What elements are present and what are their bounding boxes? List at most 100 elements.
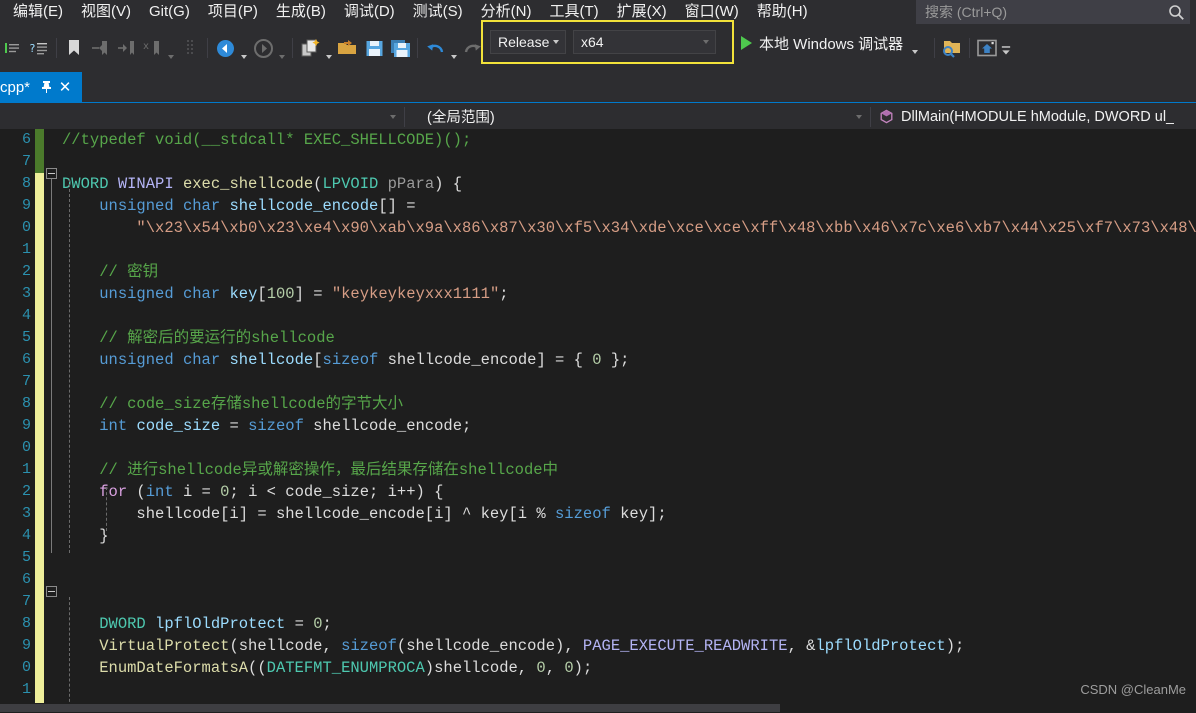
toolbar-options-icon[interactable] xyxy=(177,33,203,63)
menu-item-git[interactable]: Git(G) xyxy=(140,0,199,24)
save-icon[interactable] xyxy=(361,33,387,63)
code-token: // 解密后的要运行的shellcode xyxy=(99,329,335,347)
outlining-column[interactable] xyxy=(44,129,62,713)
menu-item-debug[interactable]: 调试(D) xyxy=(335,0,404,24)
code-token: shellcode_encode xyxy=(229,197,379,215)
chevron-down-icon[interactable] xyxy=(382,114,404,119)
menu-item-help[interactable]: 帮助(H) xyxy=(748,0,817,24)
line-number: 8 xyxy=(21,175,31,192)
collapse-region-icon[interactable] xyxy=(46,586,57,597)
code-text-area[interactable]: //typedef void(__stdcall* EXEC_SHELLCODE… xyxy=(62,129,1196,713)
code-token: VirtualProtect xyxy=(99,637,230,655)
scope-selector-dropdown[interactable]: (全局范围) xyxy=(405,104,870,130)
comment-lines-icon[interactable] xyxy=(0,33,26,63)
code-token: ) { xyxy=(434,175,463,193)
line-number: 4 xyxy=(21,307,31,324)
navigate-forward-dropdown-icon[interactable] xyxy=(276,29,288,68)
code-token: }; xyxy=(601,351,630,369)
chevron-down-icon[interactable] xyxy=(848,114,870,119)
document-tab-cpp[interactable]: cpp* ✕ xyxy=(0,72,83,102)
code-token: key xyxy=(229,285,258,303)
line-number: 1 xyxy=(21,681,31,698)
search-input[interactable] xyxy=(917,3,1163,21)
editor-navigation-bar: (全局范围) DllMain(HMODULE hModule, DWORD ul… xyxy=(0,102,1196,130)
horizontal-scrollbar[interactable] xyxy=(0,703,1196,713)
new-project-dropdown-icon[interactable] xyxy=(323,29,335,68)
menu-item-edit[interactable]: 编辑(E) xyxy=(4,0,72,24)
change-indicator-bar xyxy=(35,129,44,713)
chevron-down-icon[interactable] xyxy=(553,40,565,44)
code-token: WINAPI xyxy=(117,175,183,193)
code-token: lpflOldProtect xyxy=(155,615,286,633)
member-selector-dropdown[interactable]: DllMain(HMODULE hModule, DWORD ul_ xyxy=(871,104,1196,130)
new-project-icon[interactable] xyxy=(297,33,323,63)
menu-item-view[interactable]: 视图(V) xyxy=(72,0,140,24)
search-folder-icon[interactable] xyxy=(939,33,965,63)
line-number: 1 xyxy=(21,461,31,478)
tab-title: cpp* xyxy=(0,78,31,96)
solution-configuration-dropdown[interactable]: Release xyxy=(490,30,566,54)
code-line: DWORD WINAPI exec_shellcode(LPVOID pPara… xyxy=(62,173,1196,195)
toolbar-separator xyxy=(969,38,970,58)
line-number: 1 xyxy=(21,241,31,258)
code-token: int xyxy=(99,417,128,435)
live-share-home-icon[interactable] xyxy=(974,33,1000,63)
code-token: shellcode xyxy=(229,351,314,369)
code-token: // code_size存储shellcode的字节大小 xyxy=(99,395,404,413)
menu-item-build[interactable]: 生成(B) xyxy=(267,0,335,24)
previous-bookmark-icon[interactable] xyxy=(87,33,113,63)
close-icon[interactable]: ✕ xyxy=(56,77,74,97)
code-token: char xyxy=(182,285,221,303)
start-debugging-button[interactable]: 本地 Windows 调试器 xyxy=(737,30,921,56)
project-selector-dropdown[interactable] xyxy=(0,104,404,130)
menu-item-project[interactable]: 项目(P) xyxy=(199,0,267,24)
code-token: PAGE_EXECUTE_READWRITE xyxy=(582,637,788,655)
pin-icon[interactable] xyxy=(36,77,56,97)
solution-platform-dropdown[interactable]: x64 xyxy=(573,30,716,54)
quick-launch-search[interactable] xyxy=(916,0,1190,24)
clear-bookmarks-icon[interactable]: x xyxy=(139,33,165,63)
uncomment-lines-icon[interactable]: ? xyxy=(26,33,52,63)
code-line: // 密钥 xyxy=(62,261,1196,283)
open-file-icon[interactable] xyxy=(335,33,361,63)
code-token: unsigned xyxy=(99,197,174,215)
code-token: DATEFMT_ENUMPROCA xyxy=(266,659,425,677)
collapse-region-icon[interactable] xyxy=(46,168,57,179)
code-line: "\x23\x54\xb0\x23\xe4\x90\xab\x9a\x86\x8… xyxy=(62,217,1196,239)
code-token: unsigned xyxy=(99,285,174,303)
code-token: shellcode_encode] = { xyxy=(378,351,593,369)
search-icon[interactable] xyxy=(1163,2,1189,22)
line-number: 6 xyxy=(21,571,31,588)
undo-dropdown-icon[interactable] xyxy=(448,29,460,68)
document-tab-strip: cpp* ✕ xyxy=(0,72,1196,102)
toolbar-overflow-icon[interactable] xyxy=(1000,29,1012,68)
bookmark-overflow-icon[interactable] xyxy=(165,29,177,68)
code-token: sizeof xyxy=(322,351,379,369)
code-token: 0 xyxy=(313,615,323,633)
horizontal-scrollbar-thumb[interactable] xyxy=(0,704,780,712)
navigate-backward-dropdown-icon[interactable] xyxy=(238,29,250,68)
code-token: sizeof xyxy=(555,505,611,523)
next-bookmark-icon[interactable] xyxy=(113,33,139,63)
toggle-bookmark-icon[interactable] xyxy=(61,33,87,63)
chevron-down-icon[interactable] xyxy=(703,40,715,44)
start-debugging-dropdown-icon[interactable] xyxy=(909,24,921,63)
navigate-forward-icon[interactable] xyxy=(250,33,276,63)
code-token: char xyxy=(182,351,221,369)
line-number: 0 xyxy=(21,439,31,456)
navigate-backward-icon[interactable] xyxy=(212,33,238,63)
code-editor[interactable]: 6 7 8 9 0 1 2 3 4 5 6 7 8 9 0 1 2 3 4 5 6 7 8 9 0 1 //typedef voi… xyxy=(0,129,1196,713)
undo-icon[interactable] xyxy=(422,33,448,63)
menu-item-test[interactable]: 测试(S) xyxy=(404,0,472,24)
build-configuration-highlight: Release x64 xyxy=(481,20,734,64)
save-all-icon[interactable] xyxy=(387,33,413,63)
code-line: EnumDateFormatsA((DATEFMT_ENUMPROCA)shel… xyxy=(62,657,1196,679)
line-number: 8 xyxy=(21,615,31,632)
